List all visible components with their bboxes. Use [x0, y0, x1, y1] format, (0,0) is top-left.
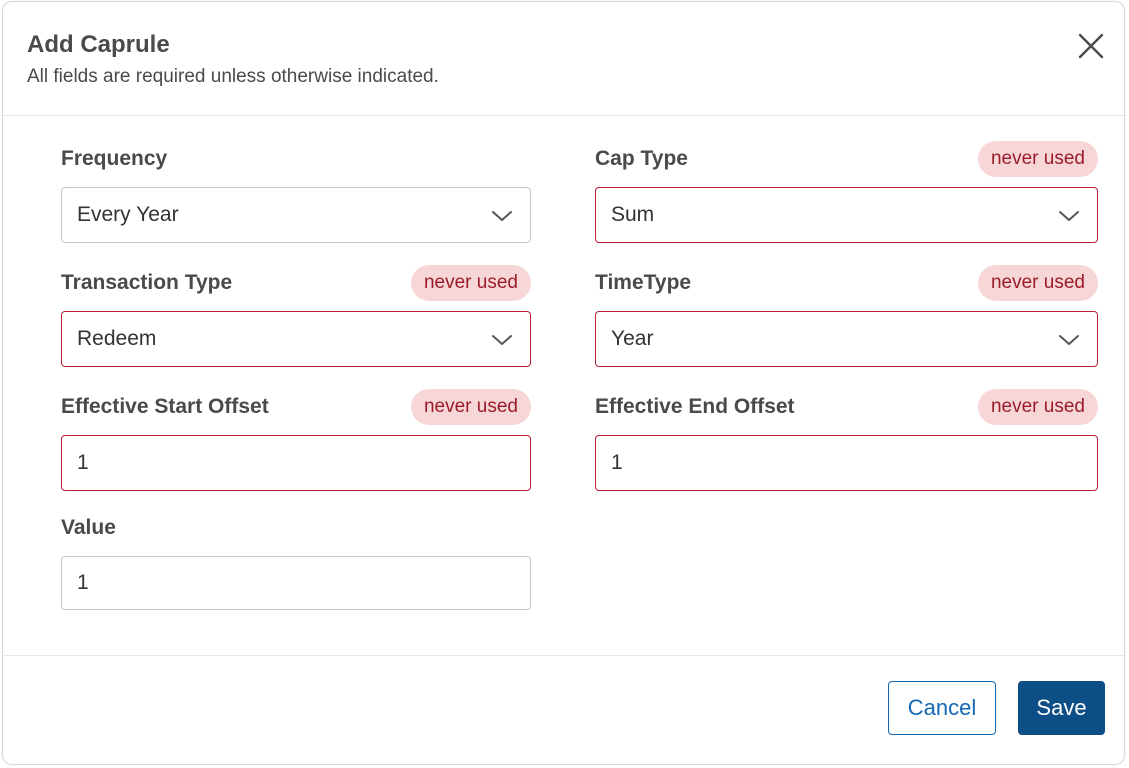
chevron-down-icon	[1059, 335, 1079, 345]
effective-start-offset-value: 1	[77, 451, 89, 474]
dialog-title: Add Caprule	[27, 31, 170, 58]
never-used-badge: never used	[410, 265, 531, 301]
never-used-badge: never used	[410, 389, 531, 425]
effective-start-offset-input[interactable]: 1	[61, 435, 531, 491]
time-type-label: TimeType	[595, 271, 692, 294]
value-input[interactable]: 1	[61, 556, 531, 610]
dialog-subtitle: All fields are required unless otherwise…	[27, 66, 439, 87]
frequency-value: Every Year	[77, 203, 179, 226]
cap-type-select[interactable]: Sum	[595, 187, 1098, 243]
effective-end-offset-input[interactable]: 1	[595, 435, 1098, 491]
value-value: 1	[77, 571, 89, 594]
chevron-down-icon	[492, 211, 512, 221]
never-used-badge: never used	[977, 265, 1098, 301]
dialog-header: Add Caprule All fields are required unle…	[3, 2, 1124, 116]
effective-end-offset-value: 1	[611, 451, 623, 474]
frequency-select[interactable]: Every Year	[61, 187, 531, 243]
close-button[interactable]	[1073, 28, 1109, 64]
time-type-select[interactable]: Year	[595, 311, 1098, 367]
value-label: Value	[61, 516, 116, 539]
effective-start-offset-label: Effective Start Offset	[61, 395, 269, 418]
transaction-type-label: Transaction Type	[61, 271, 233, 294]
effective-end-offset-label: Effective End Offset	[595, 395, 795, 418]
never-used-badge: never used	[977, 389, 1098, 425]
cap-type-label: Cap Type	[595, 147, 688, 170]
transaction-type-value: Redeem	[77, 327, 157, 350]
frequency-label: Frequency	[61, 147, 168, 170]
cancel-button[interactable]: Cancel	[888, 681, 996, 735]
chevron-down-icon	[1059, 211, 1079, 221]
chevron-down-icon	[492, 335, 512, 345]
cap-type-value: Sum	[611, 203, 655, 226]
add-caprule-dialog: Add Caprule All fields are required unle…	[2, 1, 1125, 765]
never-used-badge: never used	[977, 141, 1098, 177]
time-type-value: Year	[611, 327, 654, 350]
dialog-footer: Cancel Save	[3, 655, 1124, 764]
transaction-type-select[interactable]: Redeem	[61, 311, 531, 367]
save-button[interactable]: Save	[1018, 681, 1105, 735]
close-icon	[1078, 33, 1104, 59]
